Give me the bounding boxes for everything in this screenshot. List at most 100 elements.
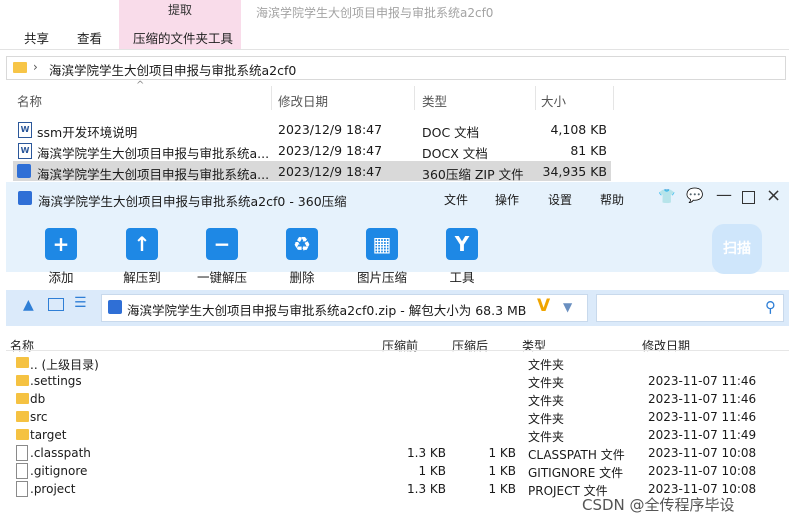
tools-icon: Y: [446, 228, 478, 260]
file-icon: [16, 445, 28, 461]
row-type: 文件夹: [528, 376, 565, 390]
chevron-down-icon[interactable]: ▼: [563, 300, 572, 314]
thumbnail-view-icon[interactable]: [48, 298, 64, 311]
menu-settings[interactable]: 设置: [548, 191, 572, 208]
file-size: 4,108 KB: [550, 122, 607, 137]
zip-archive-icon: [17, 164, 31, 178]
tools-button[interactable]: Y 工具: [427, 228, 497, 286]
up-arrow-icon[interactable]: ▲: [23, 297, 34, 313]
file-name: ssm开发环境说明: [37, 125, 138, 140]
row-size-before: 1.3 KB: [407, 446, 446, 460]
archive-app-icon: [18, 191, 32, 205]
row-date: 2023-11-07 11:46: [648, 410, 757, 424]
divider: [414, 86, 415, 110]
archive-row[interactable]: .gitignore 1 KB 1 KB GITIGNORE 文件 2023-11-07…: [6, 462, 789, 480]
archive-row[interactable]: db 文件夹 2023-11-07 11:46: [6, 390, 789, 408]
divider: [613, 86, 614, 110]
row-size-after: 1 KB: [488, 482, 516, 496]
col-header-name[interactable]: 名称: [10, 337, 34, 354]
scan-button[interactable]: 扫描: [712, 224, 762, 274]
divider: [271, 86, 272, 110]
file-row-selected[interactable]: 海滨学院学生大创项目申报与审批系统a... 2023/12/9 18:47 36…: [13, 161, 611, 182]
tab-view[interactable]: 查看: [77, 28, 102, 47]
maximize-icon[interactable]: [742, 191, 755, 204]
list-view-icon[interactable]: ☰: [74, 295, 87, 311]
file-type: 360压缩 ZIP 文件: [422, 167, 524, 182]
row-name: .gitignore: [30, 464, 88, 478]
col-header-type[interactable]: 类型: [522, 337, 546, 354]
menu-file[interactable]: 文件: [444, 191, 468, 208]
col-header-modified[interactable]: 修改日期: [278, 91, 328, 110]
one-click-extract-button[interactable]: − 一键解压: [187, 228, 257, 286]
add-icon: +: [45, 228, 77, 260]
col-header-name[interactable]: 名称: [17, 91, 42, 110]
sort-arrow-icon: ^: [136, 80, 145, 91]
col-header-size[interactable]: 大小: [541, 91, 566, 110]
file-date: 2023/12/9 18:47: [278, 122, 383, 137]
folder-icon: [16, 411, 29, 422]
extract-to-button[interactable]: ↑ 解压到: [107, 228, 177, 286]
row-name: src: [30, 410, 48, 424]
folder-icon: [16, 429, 29, 440]
vip-icon[interactable]: V: [537, 296, 550, 316]
word-doc-icon: W: [18, 143, 32, 159]
archive-row[interactable]: src 文件夹 2023-11-07 11:46: [6, 408, 789, 426]
col-header-type[interactable]: 类型: [422, 91, 447, 110]
delete-button[interactable]: ♻ 删除: [267, 228, 337, 286]
breadcrumb-chevron-icon: ›: [33, 60, 38, 74]
minimize-icon[interactable]: —: [716, 185, 732, 204]
feedback-icon[interactable]: 💬: [686, 188, 703, 204]
address-bar[interactable]: › 海滨学院学生大创项目申报与审批系统a2cf0: [6, 56, 786, 80]
close-icon[interactable]: ×: [766, 185, 781, 206]
archive-row[interactable]: .settings 文件夹 2023-11-07 11:46: [6, 372, 789, 390]
archiver-window: 海滨学院学生大创项目申报与审批系统a2cf0 - 360压缩 文件 操作 设置 …: [6, 182, 789, 524]
tab-share[interactable]: 共享: [24, 28, 49, 47]
row-date: 2023-11-07 11:46: [648, 392, 757, 406]
row-date: 2023-11-07 10:08: [648, 446, 757, 460]
file-name: 海滨学院学生大创项目申报与审批系统a...: [37, 167, 270, 182]
delete-label: 删除: [289, 270, 315, 285]
extract-folder-icon: ↑: [126, 228, 158, 260]
row-type: 文件夹: [528, 358, 565, 372]
folder-icon: [16, 375, 29, 386]
file-name: 海滨学院学生大创项目申报与审批系统a...: [37, 146, 270, 161]
add-label: 添加: [48, 270, 74, 285]
divider: [535, 86, 536, 110]
archive-path: 海滨学院学生大创项目申报与审批系统a2cf0.zip - 解包大小为 68.3 …: [127, 303, 527, 318]
tools-label: 工具: [449, 270, 475, 285]
tab-extract-context[interactable]: 提取: [119, 0, 241, 22]
row-name: .project: [30, 482, 76, 496]
file-type: DOCX 文档: [422, 146, 488, 161]
tab-compressed-folder-tools[interactable]: 压缩的文件夹工具: [133, 28, 233, 47]
file-row[interactable]: W ssm开发环境说明 2023/12/9 18:47 DOC 文档 4,108…: [13, 119, 611, 140]
menu-operation[interactable]: 操作: [495, 191, 519, 208]
row-date: 2023-11-07 11:46: [648, 374, 757, 388]
skin-icon[interactable]: 👕: [658, 189, 675, 205]
col-header-after[interactable]: 压缩后: [452, 337, 488, 354]
col-header-modified[interactable]: 修改日期: [642, 337, 690, 354]
file-row[interactable]: W 海滨学院学生大创项目申报与审批系统a... 2023/12/9 18:47 …: [13, 140, 611, 161]
search-icon[interactable]: ⚲: [765, 298, 776, 316]
row-name: target: [30, 428, 67, 442]
folder-icon: [13, 62, 27, 73]
menu-help[interactable]: 帮助: [600, 191, 624, 208]
archive-row[interactable]: target 文件夹 2023-11-07 11:49: [6, 426, 789, 444]
row-type: CLASSPATH 文件: [528, 448, 625, 462]
row-size-after: 1 KB: [488, 446, 516, 460]
archiver-title: 海滨学院学生大创项目申报与审批系统a2cf0 - 360压缩: [38, 194, 347, 209]
file-icon: [16, 463, 28, 479]
row-name: .. (上级目录): [30, 358, 99, 372]
image-compress-button[interactable]: ▦ 图片压缩: [347, 228, 417, 286]
row-size-after: 1 KB: [488, 464, 516, 478]
add-button[interactable]: + 添加: [26, 228, 96, 286]
archive-row[interactable]: .classpath 1.3 KB 1 KB CLASSPATH 文件 2023-11-…: [6, 444, 789, 462]
search-input[interactable]: ⚲: [596, 294, 784, 322]
file-date: 2023/12/9 18:47: [278, 143, 383, 158]
archive-path-field[interactable]: 海滨学院学生大创项目申报与审批系统a2cf0.zip - 解包大小为 68.3 …: [101, 294, 588, 322]
col-header-before[interactable]: 压缩前: [382, 337, 418, 354]
archive-row[interactable]: .. (上级目录) 文件夹: [6, 354, 789, 372]
image-zip-icon: ▦: [366, 228, 398, 260]
file-icon: [16, 481, 28, 497]
breadcrumb: 海滨学院学生大创项目申报与审批系统a2cf0: [49, 63, 297, 78]
row-type: 文件夹: [528, 412, 565, 426]
